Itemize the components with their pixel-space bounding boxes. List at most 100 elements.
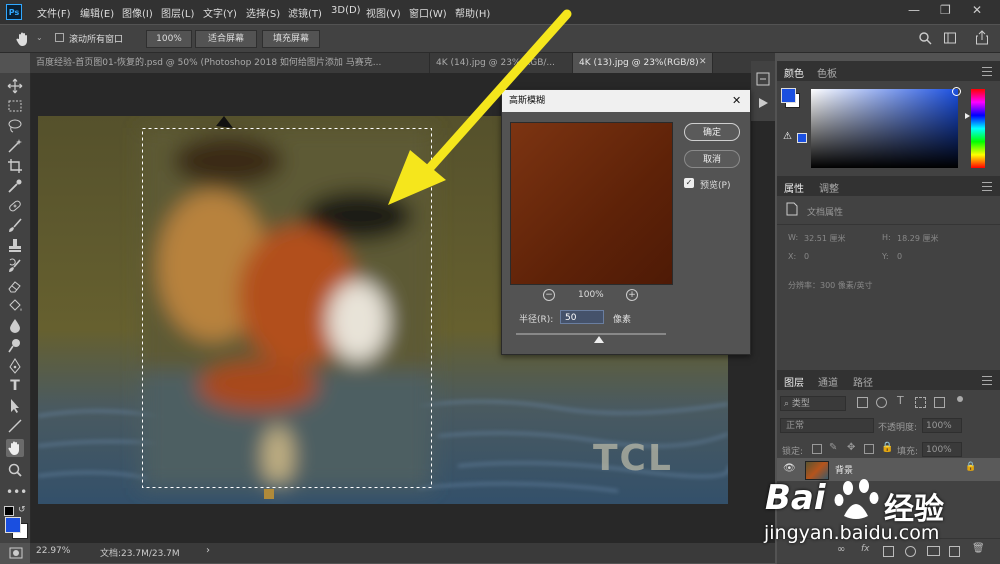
radius-slider-track[interactable] <box>516 333 666 335</box>
restore-icon[interactable]: ❐ <box>940 3 951 17</box>
y-value[interactable]: 0 <box>897 252 902 261</box>
filter-smart-object-icon[interactable] <box>934 397 945 408</box>
menu-edit[interactable]: 编辑(E) <box>80 5 114 20</box>
foreground-color-swatch[interactable] <box>5 517 21 533</box>
fit-screen-button[interactable]: 适合屏幕 <box>195 30 257 48</box>
hand-tool-active[interactable] <box>6 439 24 457</box>
swap-colors-icon[interactable]: ↺ <box>18 505 26 515</box>
more-tools-icon[interactable]: ••• <box>6 483 27 501</box>
filter-pixel-icon[interactable] <box>857 397 868 408</box>
web-safe-color-swatch[interactable] <box>797 133 807 143</box>
tab-document-1[interactable]: 百度经验-首页图01-恢复的.psd @ 50% (Photoshop 2018… <box>30 53 430 73</box>
cancel-button[interactable]: 取消 <box>684 150 740 168</box>
lock-pixels-icon[interactable] <box>812 444 822 454</box>
magic-wand-icon[interactable] <box>6 137 24 155</box>
lock-position-icon[interactable]: ✥ <box>847 442 855 453</box>
close-tab-icon[interactable]: ✕ <box>699 57 707 67</box>
path-select-icon[interactable] <box>6 397 24 415</box>
tab-document-3[interactable]: 4K (13).jpg @ 23%(RGB/8) <box>573 53 713 73</box>
layer-visibility-eye-icon[interactable]: 👁 <box>783 463 796 474</box>
stamp-tool-icon[interactable] <box>6 237 24 255</box>
crop-tool-icon[interactable] <box>6 157 24 175</box>
quick-mask-icon[interactable] <box>9 547 23 559</box>
lock-brush-icon[interactable]: ✎ <box>829 442 837 453</box>
height-value[interactable]: 18.29 厘米 <box>897 233 938 244</box>
marquee-tool-icon[interactable] <box>6 97 24 115</box>
zoom-100-button[interactable]: 100% <box>146 30 192 48</box>
default-colors-icon[interactable] <box>4 506 14 516</box>
fill-screen-button[interactable]: 填充屏幕 <box>262 30 320 48</box>
hue-slider[interactable] <box>971 89 985 168</box>
radius-slider-handle[interactable] <box>593 336 604 343</box>
dodge-tool-icon[interactable] <box>6 337 24 355</box>
layer-name[interactable]: 背景 <box>835 463 853 476</box>
x-value[interactable]: 0 <box>804 252 809 261</box>
blur-tool-icon[interactable] <box>6 317 24 335</box>
color-panel-menu-icon[interactable] <box>982 67 992 76</box>
panel-fg-swatch[interactable] <box>781 88 796 103</box>
width-value[interactable]: 32.51 厘米 <box>804 233 845 244</box>
menu-layer[interactable]: 图层(L) <box>161 5 194 20</box>
play-action-icon[interactable] <box>756 96 770 110</box>
opacity-input[interactable]: 100% <box>922 418 962 433</box>
move-tool-icon[interactable] <box>6 77 24 95</box>
status-menu-arrow-icon[interactable]: › <box>206 545 210 556</box>
close-window-icon[interactable]: ✕ <box>972 3 982 17</box>
ok-button[interactable]: 确定 <box>684 123 740 141</box>
eraser-icon[interactable] <box>6 277 24 295</box>
line-tool-icon[interactable] <box>6 417 24 435</box>
menu-file[interactable]: 文件(F) <box>37 5 71 20</box>
properties-panel-menu-icon[interactable] <box>982 182 992 191</box>
pen-tool-icon[interactable] <box>6 357 24 375</box>
tool-preset-chevron-icon[interactable]: ⌄ <box>36 33 43 42</box>
lasso-tool-icon[interactable] <box>6 117 24 135</box>
history-panel-icon[interactable] <box>755 71 771 87</box>
menu-filter[interactable]: 滤镜(T) <box>288 5 322 20</box>
layers-panel-menu-icon[interactable] <box>982 376 992 385</box>
history-brush-icon[interactable] <box>6 257 24 275</box>
radius-input[interactable]: 50 <box>560 310 604 324</box>
menu-3d[interactable]: 3D(D) <box>331 5 361 16</box>
fill-input[interactable]: 100% <box>922 442 962 457</box>
menu-select[interactable]: 选择(S) <box>246 5 280 20</box>
paint-bucket-icon[interactable] <box>6 297 24 315</box>
share-icon[interactable] <box>975 30 989 45</box>
zoom-readout[interactable]: 22.97% <box>36 546 70 556</box>
color-picker-field[interactable] <box>811 89 958 168</box>
tab-adjustments[interactable]: 调整 <box>819 180 839 195</box>
zoom-out-icon[interactable]: − <box>543 289 555 301</box>
scroll-all-checkbox[interactable] <box>55 33 64 42</box>
workspace-icon[interactable] <box>943 31 957 45</box>
preview-thumbnail[interactable] <box>510 122 673 285</box>
type-tool-icon[interactable]: T <box>6 377 24 395</box>
menu-view[interactable]: 视图(V) <box>366 5 401 20</box>
menu-type[interactable]: 文字(Y) <box>203 5 237 20</box>
filter-adjustment-icon[interactable] <box>876 397 887 408</box>
brush-tool-icon[interactable] <box>6 217 24 235</box>
tab-swatches[interactable]: 色板 <box>817 65 837 80</box>
zoom-in-icon[interactable]: + <box>626 289 638 301</box>
zoom-tool-icon[interactable] <box>6 461 24 479</box>
filter-toggle-icon[interactable] <box>957 396 963 402</box>
layer-filter-select[interactable]: ⌕ 类型 <box>780 396 846 411</box>
hue-slider-handle[interactable] <box>965 113 970 119</box>
dialog-close-icon[interactable]: ✕ <box>732 90 741 112</box>
menu-help[interactable]: 帮助(H) <box>455 5 490 20</box>
menu-window[interactable]: 窗口(W) <box>409 5 447 20</box>
dialog-title-bar[interactable]: 高斯模糊 ✕ <box>502 90 750 112</box>
tab-document-2[interactable]: 4K (14).jpg @ 23%(RGB/... <box>430 53 573 73</box>
eyedropper-icon[interactable] <box>6 177 24 195</box>
tab-channels[interactable]: 通道 <box>818 374 838 389</box>
preview-checkbox[interactable]: ✓ <box>684 178 694 188</box>
tab-paths[interactable]: 路径 <box>853 374 873 389</box>
hand-tool-icon[interactable] <box>14 30 32 48</box>
minimize-icon[interactable]: — <box>908 3 920 17</box>
healing-brush-icon[interactable] <box>6 197 24 215</box>
search-icon[interactable] <box>918 31 932 45</box>
filter-shape-icon[interactable] <box>915 397 926 408</box>
tab-layers[interactable]: 图层 <box>784 374 804 389</box>
tab-properties[interactable]: 属性 <box>784 180 804 195</box>
lock-all-icon[interactable]: 🔒 <box>881 442 893 453</box>
tab-color[interactable]: 颜色 <box>784 65 804 80</box>
blend-mode-select[interactable]: 正常 <box>780 418 874 433</box>
